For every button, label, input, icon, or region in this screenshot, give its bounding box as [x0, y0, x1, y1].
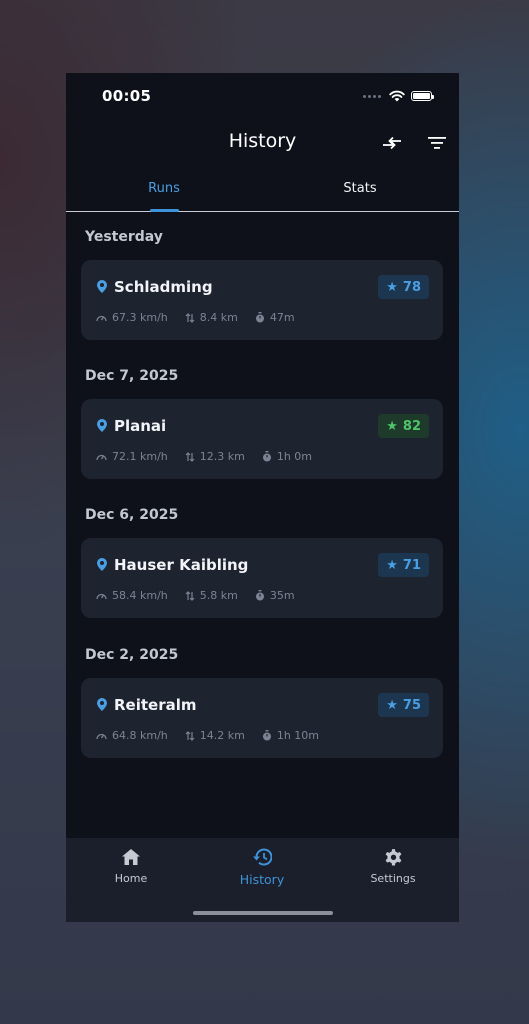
- score-badge: ★ 71: [378, 553, 429, 577]
- gear-icon: [385, 848, 401, 865]
- tab-bar: Runs Stats: [66, 173, 459, 212]
- date-header: Dec 6, 2025: [85, 507, 179, 523]
- nav-home[interactable]: Home: [81, 846, 181, 885]
- status-icons: [363, 90, 434, 102]
- max-speed: 67.3 km/h: [112, 311, 168, 324]
- run-stats: 58.4 km/h 5.8 km 35m: [96, 589, 312, 602]
- distance: 8.4 km: [199, 311, 238, 324]
- score-badge: ★ 75: [378, 693, 429, 717]
- max-speed: 72.1 km/h: [112, 450, 168, 463]
- max-speed: 64.8 km/h: [112, 729, 168, 742]
- location-pin-icon: [97, 698, 107, 711]
- distance-icon: [185, 730, 195, 741]
- score-value: 71: [402, 557, 421, 573]
- resort-name: Planai: [114, 417, 167, 435]
- score-value: 75: [402, 697, 421, 713]
- duration: 47m: [269, 311, 295, 324]
- date-header: Dec 2, 2025: [85, 647, 179, 663]
- run-card[interactable]: Schladming ★ 78 67.3 km/h 8.4 km 47m: [81, 260, 443, 340]
- bottom-nav: Home History Settings: [66, 838, 459, 922]
- run-card[interactable]: Reiteralm ★ 75 64.8 km/h 14.2 km 1h 10m: [81, 678, 443, 758]
- date-header: Dec 7, 2025: [85, 368, 179, 384]
- duration: 1h 0m: [276, 450, 313, 463]
- stopwatch-icon: [255, 312, 264, 323]
- speedometer-icon: [96, 733, 107, 740]
- run-card[interactable]: Hauser Kaibling ★ 71 58.4 km/h 5.8 km 35m: [81, 538, 443, 618]
- signal-icon: [363, 94, 381, 98]
- date-header: Yesterday: [85, 229, 163, 245]
- duration: 35m: [269, 589, 295, 602]
- distance: 12.3 km: [199, 450, 245, 463]
- star-icon: ★: [386, 557, 398, 573]
- battery-icon: [411, 91, 434, 101]
- resort-name: Reiteralm: [114, 696, 197, 714]
- resort-name: Schladming: [114, 278, 213, 296]
- score-badge: ★ 82: [378, 414, 429, 438]
- active-tab-indicator: [150, 209, 179, 212]
- score-value: 78: [402, 279, 421, 295]
- distance-icon: [185, 590, 195, 601]
- status-time: 00:05: [102, 87, 152, 105]
- speedometer-icon: [96, 593, 107, 600]
- location-pin-icon: [97, 558, 107, 571]
- run-card[interactable]: Planai ★ 82 72.1 km/h 12.3 km 1h 0m: [81, 399, 443, 479]
- duration: 1h 10m: [276, 729, 320, 742]
- wifi-icon: [389, 90, 405, 102]
- star-icon: ★: [386, 697, 398, 713]
- home-indicator: [193, 911, 333, 915]
- run-stats: 67.3 km/h 8.4 km 47m: [96, 311, 312, 324]
- star-icon: ★: [386, 279, 398, 295]
- distance-icon: [185, 451, 195, 462]
- stopwatch-icon: [255, 590, 264, 601]
- phone-screen: 00:05 History Runs Stats Yesterday Schla…: [66, 73, 459, 922]
- compare-arrows-icon: [383, 136, 401, 150]
- distance-icon: [185, 312, 195, 323]
- compare-button[interactable]: [380, 131, 404, 155]
- score-badge: ★ 78: [378, 275, 429, 299]
- nav-home-label: Home: [114, 872, 148, 885]
- location-pin-icon: [97, 280, 107, 293]
- location-pin-icon: [97, 419, 107, 432]
- nav-history-label: History: [239, 872, 285, 887]
- stopwatch-icon: [262, 451, 271, 462]
- distance: 14.2 km: [199, 729, 245, 742]
- nav-settings[interactable]: Settings: [343, 846, 443, 885]
- speedometer-icon: [96, 454, 107, 461]
- filter-button[interactable]: [425, 131, 449, 155]
- run-stats: 72.1 km/h 12.3 km 1h 0m: [96, 450, 329, 463]
- distance: 5.8 km: [199, 589, 238, 602]
- speedometer-icon: [96, 315, 107, 322]
- max-speed: 58.4 km/h: [112, 589, 168, 602]
- tab-runs[interactable]: Runs: [104, 181, 224, 196]
- nav-history[interactable]: History: [212, 846, 312, 887]
- star-icon: ★: [386, 418, 398, 434]
- nav-settings-label: Settings: [370, 872, 416, 885]
- home-icon: [122, 849, 140, 865]
- tab-stats[interactable]: Stats: [300, 181, 420, 196]
- resort-name: Hauser Kaibling: [114, 556, 249, 574]
- history-icon: [253, 848, 272, 866]
- run-stats: 64.8 km/h 14.2 km 1h 10m: [96, 729, 336, 742]
- score-value: 82: [402, 418, 421, 434]
- stopwatch-icon: [262, 730, 271, 741]
- filter-icon: [428, 137, 446, 149]
